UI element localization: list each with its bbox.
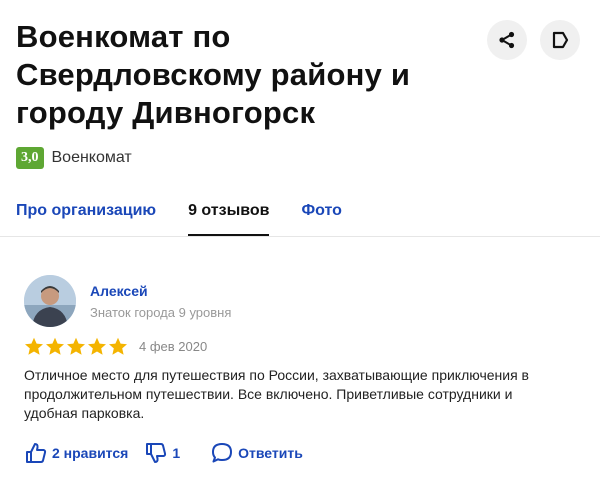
star-icon <box>25 337 43 355</box>
dislike-button[interactable]: 1 <box>144 441 180 465</box>
reply-label: Ответить <box>238 445 303 461</box>
review-actions: 2 нравится 1 Ответить <box>24 441 303 465</box>
star-icon <box>88 337 106 355</box>
like-button[interactable]: 2 нравится <box>24 441 128 465</box>
share-button[interactable] <box>487 20 527 60</box>
avatar-photo <box>24 275 76 327</box>
share-icon <box>499 31 515 49</box>
comment-icon <box>212 443 233 463</box>
review-date: 4 фев 2020 <box>139 339 208 354</box>
thumbs-up-icon <box>26 443 47 463</box>
bookmark-button[interactable] <box>540 20 580 60</box>
review-text: Отличное место для путешествия по России… <box>24 367 529 421</box>
reply-button[interactable]: Ответить <box>210 441 303 465</box>
like-count: 2 нравится <box>52 445 129 461</box>
thumbs-down-icon <box>146 443 167 463</box>
rating-badge: 3,0 <box>16 147 44 169</box>
bookmark-icon <box>552 31 569 49</box>
tab-reviews[interactable]: 9 отзывов <box>188 198 270 236</box>
category-label[interactable]: Военкомат <box>52 149 132 167</box>
star-icon <box>67 337 85 355</box>
review-rating: 4 фев 2020 <box>24 337 207 356</box>
avatar[interactable] <box>24 275 76 327</box>
tab-about[interactable]: Про организацию <box>16 198 156 236</box>
dislike-count: 1 <box>172 445 181 461</box>
author-level: Знаток города 9 уровня <box>90 305 232 320</box>
tab-photos[interactable]: Фото <box>301 198 341 236</box>
star-icon <box>46 337 64 355</box>
tab-bar: Про организацию 9 отзывов Фото <box>16 198 342 236</box>
star-icon <box>109 337 127 355</box>
page-title: Военкомат по Свердловскому району и горо… <box>16 19 411 130</box>
tabs-divider <box>0 236 600 237</box>
review-author[interactable]: Алексей <box>90 283 148 299</box>
rating-row: 3,0 Военкомат <box>16 147 132 169</box>
